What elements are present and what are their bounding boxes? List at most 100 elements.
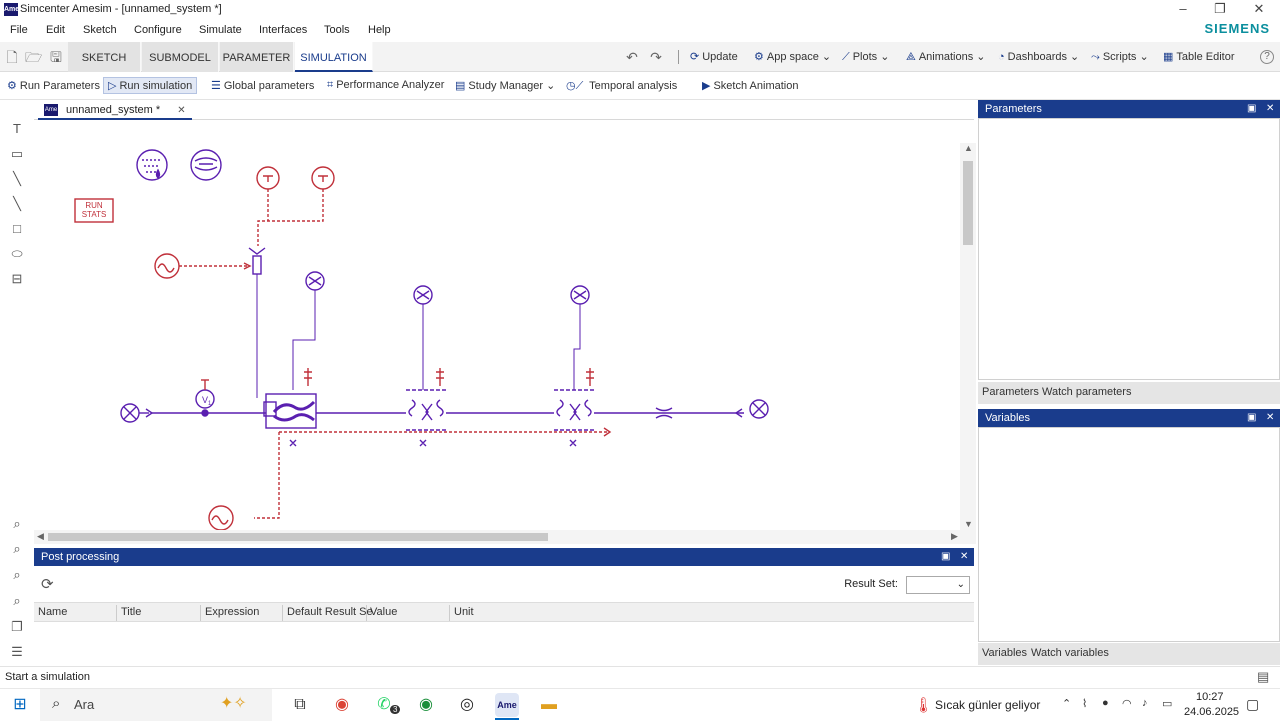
tab-sketch[interactable]: SKETCH <box>68 42 141 72</box>
close-panel-icon[interactable]: ✕ <box>1266 100 1274 118</box>
arrow-line-tool-icon[interactable]: ╲ <box>8 195 26 213</box>
table-editor-button[interactable]: ▦ Table Editor <box>1163 50 1235 63</box>
tab-submodel[interactable]: SUBMODEL <box>142 42 219 72</box>
sketch-canvas[interactable]: RUN STATS V 1 <box>34 120 966 530</box>
maximize-panel-icon[interactable]: ▣ <box>1247 409 1256 427</box>
scroll-right-icon[interactable]: ▶ <box>951 531 958 542</box>
save-icon[interactable]: 🖫 <box>48 49 64 65</box>
tab-watch-variables[interactable]: Watch variables <box>1031 647 1109 659</box>
undo-icon[interactable]: ↶ <box>624 49 640 65</box>
tab-parameters[interactable]: Parameters <box>982 386 1039 398</box>
column-title[interactable]: Title <box>121 606 141 618</box>
scroll-up-icon[interactable]: ▲ <box>964 143 973 153</box>
zoom-icon[interactable]: ⌕ <box>8 515 26 533</box>
dashboards-button[interactable]: ◔ Dashboards ⌄ <box>998 50 1079 63</box>
temporal-analysis-button[interactable]: ◷⟋ Temporal analysis <box>566 79 677 93</box>
column-value[interactable]: Value <box>370 606 397 618</box>
menu-interfaces[interactable]: Interfaces <box>259 24 307 36</box>
menu-file[interactable]: File <box>10 24 28 36</box>
text-tool-icon[interactable]: T <box>8 120 26 138</box>
close-panel-icon[interactable]: ✕ <box>960 548 968 566</box>
image-tool-icon[interactable]: ▭ <box>8 145 26 163</box>
redo-icon[interactable]: ↷ <box>648 49 664 65</box>
menu-help[interactable]: Help <box>368 24 391 36</box>
vertical-scroll-thumb[interactable] <box>963 161 973 245</box>
minimize-button[interactable]: – <box>1164 0 1202 20</box>
menu-tools[interactable]: Tools <box>324 24 350 36</box>
menu-sketch[interactable]: Sketch <box>83 24 117 36</box>
volume-icon[interactable]: ♪ <box>1142 697 1148 709</box>
document-tab[interactable]: Ame unnamed_system * ✕ <box>38 100 192 120</box>
sketch-animation-button[interactable]: ▶ Sketch Animation <box>702 79 798 92</box>
microphone-icon[interactable]: ● <box>1102 697 1109 709</box>
network-icon[interactable]: ⌇ <box>1082 697 1087 710</box>
zoom-fit-icon[interactable]: ⌕ <box>8 592 26 610</box>
column-expression[interactable]: Expression <box>205 606 259 618</box>
valve-actuator[interactable] <box>252 255 262 275</box>
new-file-icon[interactable]: 🗋 <box>4 49 20 65</box>
menu-simulate[interactable]: Simulate <box>199 24 242 36</box>
clock-date[interactable]: 24.06.2025 <box>1184 706 1239 718</box>
task-view-icon[interactable]: ⧉ <box>288 693 312 717</box>
restore-button[interactable]: ❐ <box>1201 0 1239 20</box>
global-parameters-button[interactable]: ☰ Global parameters <box>211 79 314 92</box>
battery-icon[interactable]: ▭ <box>1162 697 1172 710</box>
open-folder-icon[interactable]: 🗁 <box>25 49 42 65</box>
zoom-out-icon[interactable]: ⌕ <box>8 566 26 584</box>
column-name[interactable]: Name <box>38 606 67 618</box>
layers-icon[interactable]: ❐ <box>8 618 26 636</box>
column-unit[interactable]: Unit <box>454 606 474 618</box>
run-simulation-button[interactable]: ▷ Run simulation <box>103 77 198 94</box>
maximize-panel-icon[interactable]: ▣ <box>941 548 950 566</box>
menu-configure[interactable]: Configure <box>134 24 182 36</box>
run-parameters-button[interactable]: ⚙ Run Parameters <box>7 79 100 92</box>
animations-button[interactable]: ⟁ Animations ⌄ <box>906 50 986 64</box>
obs-icon[interactable]: ◎ <box>455 693 479 717</box>
chevron-up-icon[interactable]: ⌃ <box>1062 697 1071 710</box>
maximize-panel-icon[interactable]: ▣ <box>1247 100 1256 118</box>
tab-variables[interactable]: Variables <box>982 647 1027 659</box>
clock-time[interactable]: 10:27 <box>1196 691 1224 703</box>
file-explorer-icon[interactable]: ▬ <box>537 693 561 717</box>
canvas-vertical-scrollbar[interactable]: ▲ ▼ <box>960 143 976 531</box>
help-icon[interactable]: ? <box>1260 50 1274 64</box>
taskbar-search-box[interactable]: ⌕ Ara ✦✧ <box>40 689 272 721</box>
column-default-result-set[interactable]: Default Result Se <box>287 606 373 618</box>
canvas-horizontal-scrollbar[interactable]: ◀ ▶ <box>34 530 976 544</box>
close-tab-icon[interactable]: ✕ <box>177 105 185 116</box>
stack-icon[interactable]: ☰ <box>8 643 26 661</box>
close-window-button[interactable]: ✕ <box>1240 0 1278 20</box>
environment-settings-icon[interactable] <box>190 149 222 181</box>
close-panel-icon[interactable]: ✕ <box>1266 409 1274 427</box>
chrome-profile-icon[interactable]: ◉ <box>414 693 438 717</box>
app-space-button[interactable]: ⚙ App space ⌄ <box>754 50 831 63</box>
windows-start-icon[interactable]: ⊞ <box>8 693 32 717</box>
scroll-down-icon[interactable]: ▼ <box>964 519 973 529</box>
gas-properties-icon[interactable] <box>136 149 168 181</box>
zoom-in-icon[interactable]: ⌕ <box>8 540 26 558</box>
line-tool-icon[interactable]: ╲ <box>8 170 26 188</box>
result-set-dropdown[interactable]: ⌄ <box>906 576 970 594</box>
menu-edit[interactable]: Edit <box>46 24 65 36</box>
notes-icon[interactable]: ▤ <box>1257 669 1269 685</box>
performance-analyzer-button[interactable]: ⌗ Performance Analyzer <box>327 79 444 92</box>
plots-button[interactable]: ⟋ Plots ⌄ <box>842 50 889 64</box>
refresh-icon[interactable]: ⟳ <box>41 575 54 593</box>
amesim-taskbar-icon[interactable]: Ame <box>495 693 519 717</box>
update-button[interactable]: ⟳ Update <box>690 50 738 63</box>
scroll-left-icon[interactable]: ◀ <box>37 531 44 542</box>
notification-icon[interactable]: ▢ <box>1246 696 1259 713</box>
weather-text[interactable]: Sıcak günler geliyor <box>935 698 1040 712</box>
horizontal-scroll-thumb[interactable] <box>48 533 548 541</box>
turbine-stage-1[interactable] <box>406 368 446 431</box>
scripts-button[interactable]: ⤳ Scripts ⌄ <box>1091 50 1149 64</box>
tab-simulation[interactable]: SIMULATION <box>295 42 373 72</box>
chrome-icon[interactable]: ◉ <box>330 693 354 717</box>
ellipse-tool-icon[interactable]: ⬭ <box>8 245 26 263</box>
tab-watch-parameters[interactable]: Watch parameters <box>1042 386 1131 398</box>
study-manager-button[interactable]: ▤ Study Manager ⌄ <box>455 79 555 92</box>
rectangle-tool-icon[interactable]: □ <box>8 220 26 238</box>
wifi-icon[interactable]: ◠ <box>1122 697 1132 710</box>
align-tool-icon[interactable]: ⊟ <box>8 270 26 288</box>
tab-parameter[interactable]: PARAMETER <box>220 42 294 72</box>
